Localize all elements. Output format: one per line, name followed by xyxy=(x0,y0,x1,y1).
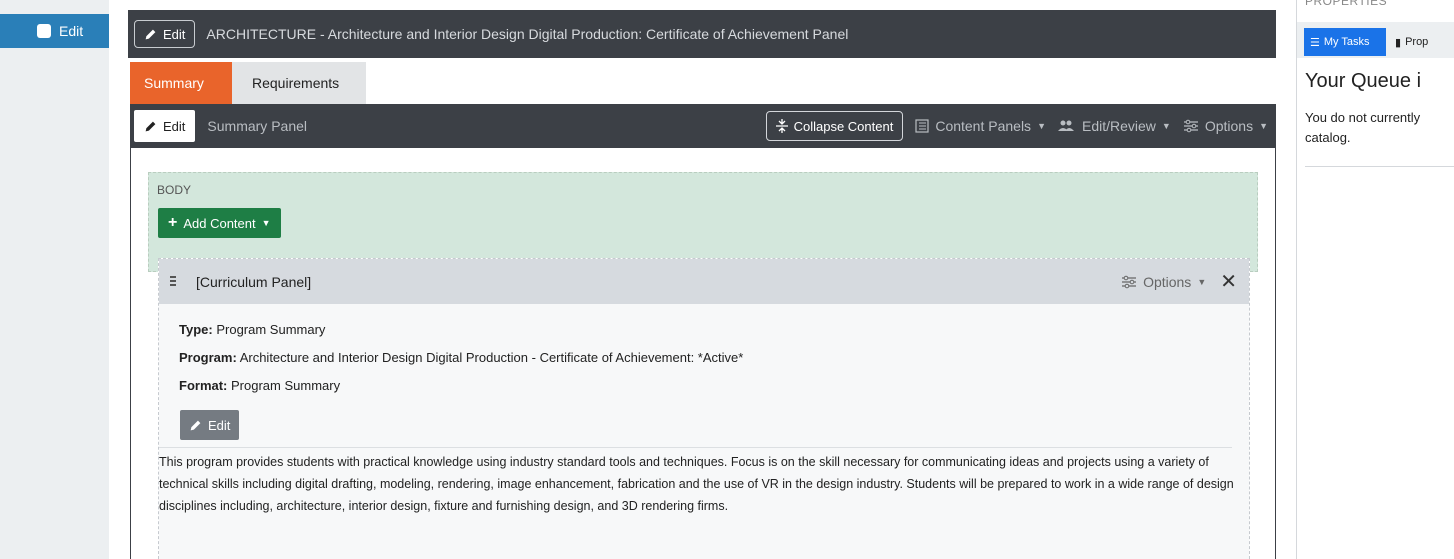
curriculum-options-label: Options xyxy=(1143,273,1192,290)
plus-icon: + xyxy=(168,214,178,231)
summary-panel-toolbar: Edit Summary Panel Collapse Content Cont… xyxy=(130,104,1276,148)
program-description: This program provides students with prac… xyxy=(159,455,1234,513)
summary-edit-label: Edit xyxy=(163,118,186,134)
queue-message: You do not currently catalog. xyxy=(1305,110,1421,145)
panels-icon xyxy=(915,119,929,133)
title-edit-label: Edit xyxy=(163,26,186,42)
edit-review-menu[interactable]: Edit/Review ▼ xyxy=(1057,118,1171,134)
clipboard-icon: ▮ xyxy=(1395,36,1402,49)
caret-down-icon: ▼ xyxy=(1161,121,1171,131)
curriculum-panel-title: [Curriculum Panel] xyxy=(196,273,312,290)
program-label: Program: xyxy=(179,350,237,365)
tab-summary[interactable]: Summary xyxy=(130,62,232,104)
sliders-icon xyxy=(1183,119,1198,133)
caret-down-icon: ▼ xyxy=(1197,276,1207,287)
tasks-list-icon: ☰ xyxy=(1310,36,1320,49)
options-menu[interactable]: Options ▼ xyxy=(1183,118,1268,134)
format-value: Program Summary xyxy=(231,378,341,393)
add-content-button[interactable]: + Add Content ▼ xyxy=(158,208,281,238)
divider xyxy=(159,447,1232,448)
drag-handle-icon[interactable] xyxy=(170,275,176,288)
summary-panel-title: Summary Panel xyxy=(207,118,307,134)
content-panels-menu[interactable]: Content Panels ▼ xyxy=(915,118,1046,134)
sliders-icon xyxy=(1122,275,1137,288)
queue-title: Your Queue i xyxy=(1305,70,1422,92)
summary-edit-button[interactable]: Edit xyxy=(134,110,196,142)
add-content-label: Add Content xyxy=(183,215,256,231)
properties-section-label: PROPERTIES xyxy=(1305,0,1388,8)
program-value: Architecture and Interior Design Digital… xyxy=(239,350,744,365)
type-label: Type: xyxy=(179,322,213,337)
content-panels-label: Content Panels xyxy=(935,118,1032,134)
main-content: Edit ARCHITECTURE - Architecture and Int… xyxy=(128,0,1276,559)
edit-review-label: Edit/Review xyxy=(1081,118,1156,134)
pencil-icon xyxy=(190,420,201,430)
curriculum-panel-header: [Curriculum Panel] Options ▼ ✕ xyxy=(159,259,1249,304)
left-rail: Edit xyxy=(0,0,109,559)
curriculum-panel-actions: Options ▼ ✕ xyxy=(1121,272,1249,292)
page-title: ARCHITECTURE - Architecture and Interior… xyxy=(206,26,849,42)
users-icon xyxy=(1057,120,1074,131)
close-icon[interactable]: ✕ xyxy=(1220,272,1237,292)
tab-properties-label: Prop xyxy=(1405,36,1429,48)
format-row: Format: Program Summary xyxy=(179,378,340,393)
tab-my-tasks[interactable]: ☰ My Tasks xyxy=(1304,28,1386,56)
caret-down-icon: ▼ xyxy=(1259,121,1268,131)
caret-down-icon: ▼ xyxy=(261,218,271,228)
collapse-content-label: Collapse Content xyxy=(793,118,894,134)
tab-properties[interactable]: ▮ Prop xyxy=(1391,28,1454,56)
curriculum-edit-label: Edit xyxy=(208,417,231,433)
curriculum-options-menu[interactable]: Options ▼ xyxy=(1121,274,1206,290)
curriculum-edit-button[interactable]: Edit xyxy=(180,410,240,440)
curriculum-panel-body: Type: Program Summary Program: Architect… xyxy=(159,304,1249,559)
pencil-icon xyxy=(145,29,156,39)
divider xyxy=(1305,166,1454,167)
right-sidebar: PROPERTIES ☰ My Tasks ▮ Prop Your Queue … xyxy=(1296,0,1454,559)
caret-down-icon: ▼ xyxy=(1037,121,1046,131)
title-edit-button[interactable]: Edit xyxy=(134,20,196,48)
checkbox-icon[interactable] xyxy=(37,24,51,38)
format-label: Format: xyxy=(179,378,228,393)
panel-actions: Collapse Content Content Panels ▼ Edit/R… xyxy=(765,111,1276,141)
panel-title-bar: Edit ARCHITECTURE - Architecture and Int… xyxy=(128,10,1276,58)
panel-content: BODY + Add Content ▼ [Curriculum Panel] … xyxy=(130,148,1276,559)
type-row: Type: Program Summary xyxy=(179,322,325,337)
body-label: BODY xyxy=(157,183,192,197)
tab-strip: Summary Requirements xyxy=(130,62,366,104)
collapse-icon xyxy=(775,119,788,133)
type-value: Program Summary xyxy=(216,322,326,337)
program-row: Program: Architecture and Interior Desig… xyxy=(179,350,743,365)
collapse-content-button[interactable]: Collapse Content xyxy=(765,111,904,141)
edit-mode-toggle[interactable]: Edit xyxy=(0,14,109,48)
body-region: BODY + Add Content ▼ xyxy=(148,172,1258,272)
tab-requirements[interactable]: Requirements xyxy=(232,62,366,104)
edit-mode-label: Edit xyxy=(59,23,84,39)
pencil-icon xyxy=(145,121,156,131)
curriculum-panel: [Curriculum Panel] Options ▼ ✕ Type: Pro… xyxy=(158,258,1250,559)
tab-my-tasks-label: My Tasks xyxy=(1323,36,1370,48)
options-label: Options xyxy=(1204,118,1254,134)
